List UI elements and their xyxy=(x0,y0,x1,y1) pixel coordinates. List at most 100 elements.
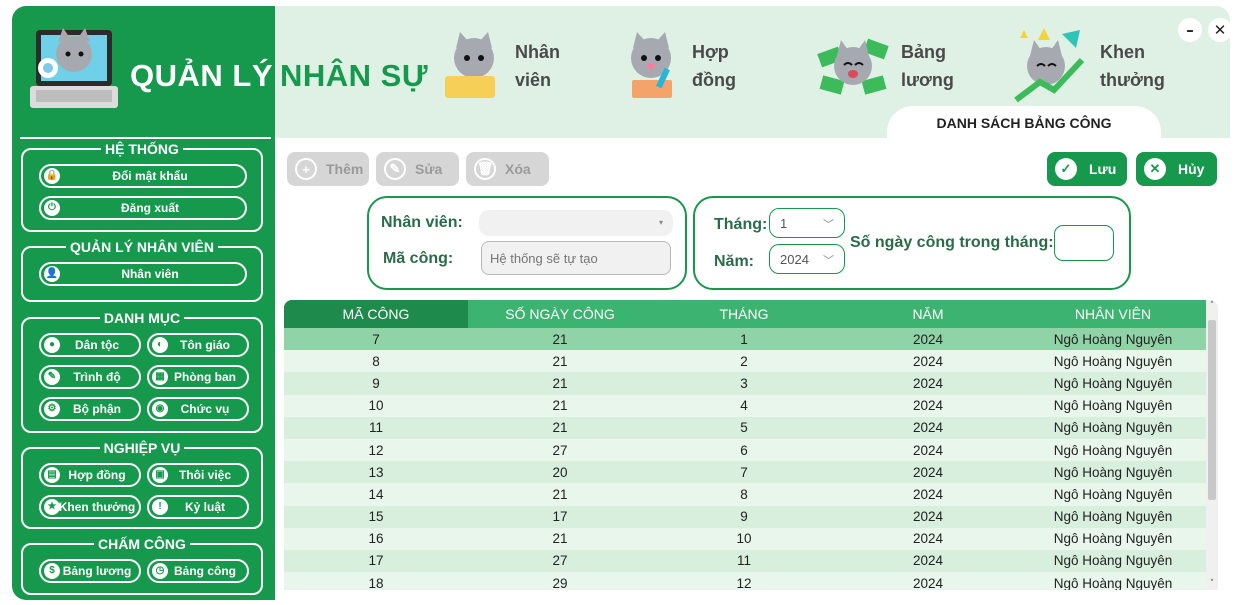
group-title: CHẤM CÔNG xyxy=(94,536,190,552)
table-cell: 12 xyxy=(736,575,752,590)
sidebar-item-dan-toc[interactable]: ● Dân tộc xyxy=(39,333,141,357)
table-cell: 21 xyxy=(552,331,568,347)
warning-icon: ! xyxy=(152,499,168,515)
table-cell: 21 xyxy=(552,375,568,391)
vertical-scrollbar[interactable]: ˄ ˅ xyxy=(1206,300,1218,590)
nav-bang-luong[interactable]: Bảng lương xyxy=(815,24,971,108)
building-icon: ▦ xyxy=(152,369,168,385)
header: NHÂN SỰ Nhân viên Hợp đồng Bảng lương Kh… xyxy=(275,6,1230,144)
column-header[interactable]: SỐ NGÀY CÔNG xyxy=(468,300,652,328)
table-cell: Ngô Hoàng Nguyên xyxy=(1053,375,1173,391)
logout-button[interactable]: ⏻ Đăng xuất xyxy=(39,196,247,220)
cat-pen-icon xyxy=(631,32,672,98)
sidebar-item-bang-cong[interactable]: ◷ Bảng công xyxy=(147,559,249,583)
sidebar-item-trinh-do[interactable]: ✎ Trình độ xyxy=(39,365,141,389)
save-button[interactable]: ✓ Lưu xyxy=(1047,152,1127,186)
employee-combobox[interactable]: ▾ xyxy=(479,210,673,236)
column-header[interactable]: MÃ CÔNG xyxy=(284,300,468,328)
year-label: Năm: xyxy=(714,253,755,270)
employee-label: Nhân viên: xyxy=(381,214,463,231)
table-row[interactable]: 15 17 9 2024 Ngô Hoàng Nguyên xyxy=(284,505,1206,528)
table-row[interactable]: 7 21 1 2024 Ngô Hoàng Nguyên xyxy=(284,328,1206,351)
scrollbar-thumb[interactable] xyxy=(1208,320,1216,500)
scroll-up-icon[interactable]: ˄ xyxy=(1206,301,1218,311)
working-days-input[interactable] xyxy=(1054,225,1114,261)
code-input[interactable] xyxy=(481,241,671,275)
app-window: QUẢN LÝ HỆ THỐNG 🔒 Đổi mật khẩu ⏻ Đăng x… xyxy=(12,6,1230,600)
column-header[interactable]: THÁNG xyxy=(652,300,836,328)
table-row[interactable]: 18 29 12 2024 Ngô Hoàng Nguyên xyxy=(284,572,1206,590)
cat-computer-logo-icon xyxy=(30,28,118,108)
table-cell: Ngô Hoàng Nguyên xyxy=(1053,398,1173,414)
sidebar-item-phong-ban[interactable]: ▦ Phòng ban xyxy=(147,365,249,389)
people-icon: ● xyxy=(44,337,60,353)
sidebar-item-thoi-viec[interactable]: ▣ Thôi việc xyxy=(147,463,249,487)
column-header[interactable]: NHÂN VIÊN xyxy=(1020,300,1206,328)
table-row[interactable]: 8 21 2 2024 Ngô Hoàng Nguyên xyxy=(284,350,1206,373)
table-cell: 2024 xyxy=(912,486,944,502)
sidebar-item-ky-luat[interactable]: ! Kỷ luật xyxy=(147,495,249,519)
table-row[interactable]: 14 21 8 2024 Ngô Hoàng Nguyên xyxy=(284,483,1206,506)
sidebar-item-khen-thuong[interactable]: ★ Khen thưởng xyxy=(39,495,141,519)
award-icon: ★ xyxy=(44,499,60,515)
minimize-button[interactable]: – xyxy=(1178,18,1202,42)
sidebar-item-ton-giao[interactable]: ◐ Tôn giáo xyxy=(147,333,249,357)
sidebar-item-chuc-vu[interactable]: ◉ Chức vụ xyxy=(147,397,249,421)
period-form-panel: Tháng: 1 ﹀ Năm: 2024 ﹀ Số ngày công tron… xyxy=(693,196,1131,290)
salary-icon: $ xyxy=(44,563,60,579)
group-quan-ly-nhan-vien: QUẢN LÝ NHÂN VIÊN 👤 Nhân viên xyxy=(21,239,263,302)
sidebar-item-bang-luong[interactable]: $ Bảng lương xyxy=(39,559,141,583)
table-cell: 2 xyxy=(740,353,748,369)
group-danh-muc: DANH MỤC ● Dân tộc ◐ Tôn giáo ✎ Trình độ… xyxy=(21,310,263,433)
month-select[interactable]: 1 ﹀ xyxy=(769,208,845,238)
close-button[interactable]: ✕ xyxy=(1208,18,1230,42)
nav-hop-dong[interactable]: Hợp đồng xyxy=(620,24,762,108)
timesheet-table: MÃ CÔNG SỐ NGÀY CÔNG THÁNG NĂM NHÂN VIÊN… xyxy=(284,300,1218,590)
table-row[interactable]: 9 21 3 2024 Ngô Hoàng Nguyên xyxy=(284,372,1206,395)
table-cell: 21 xyxy=(552,420,568,436)
chevron-down-icon: ▾ xyxy=(658,218,663,227)
group-title: NGHIỆP VỤ xyxy=(99,440,185,456)
sidebar-item-nhan-vien[interactable]: 👤 Nhân viên xyxy=(39,262,247,286)
table-cell: 6 xyxy=(740,442,748,458)
table-cell: Ngô Hoàng Nguyên xyxy=(1053,353,1173,369)
column-header[interactable]: NĂM xyxy=(836,300,1020,328)
scroll-down-icon[interactable]: ˅ xyxy=(1206,579,1218,589)
table-cell: 21 xyxy=(552,398,568,414)
cat-money-icon xyxy=(817,38,889,95)
table-cell: 21 xyxy=(552,531,568,547)
table-cell: Ngô Hoàng Nguyên xyxy=(1053,486,1173,502)
group-title: DANH MỤC xyxy=(99,310,185,326)
code-label: Mã công: xyxy=(383,250,454,267)
table-row[interactable]: 10 21 4 2024 Ngô Hoàng Nguyên xyxy=(284,394,1206,417)
table-row[interactable]: 11 21 5 2024 Ngô Hoàng Nguyên xyxy=(284,416,1206,439)
sidebar-item-bo-phan[interactable]: ⚙ Bộ phận xyxy=(39,397,141,421)
pencil-icon: ✎ xyxy=(44,369,60,385)
brand-title-dark: NHÂN SỰ xyxy=(280,58,429,93)
delete-button[interactable]: 🗑 Xóa xyxy=(466,152,549,186)
nav-nhan-vien[interactable]: Nhân viên xyxy=(443,24,585,108)
table-cell: 9 xyxy=(372,375,380,391)
nav-khen-thuong[interactable]: Khen thưởng xyxy=(1010,24,1170,108)
close-icon: ✕ xyxy=(1213,21,1227,39)
table-cell: 18 xyxy=(368,575,384,590)
table-cell: 2024 xyxy=(912,553,944,569)
year-select[interactable]: 2024 ﹀ xyxy=(769,244,845,274)
table-cell: 2024 xyxy=(912,331,944,347)
pencil-icon: ✎ xyxy=(384,158,406,180)
table-cell: Ngô Hoàng Nguyên xyxy=(1053,531,1173,547)
table-cell: 2024 xyxy=(912,464,944,480)
table-row[interactable]: 17 27 11 2024 Ngô Hoàng Nguyên xyxy=(284,549,1206,573)
cancel-button[interactable]: ✕ Hủy xyxy=(1136,152,1217,186)
add-button[interactable]: + Thêm xyxy=(287,152,369,186)
edit-button[interactable]: ✎ Sửa xyxy=(376,152,459,186)
table-row[interactable]: 12 27 6 2024 Ngô Hoàng Nguyên xyxy=(284,438,1206,462)
check-icon: ✓ xyxy=(1055,158,1077,180)
table-cell: Ngô Hoàng Nguyên xyxy=(1053,331,1173,347)
table-cell: 2024 xyxy=(912,442,944,458)
change-password-button[interactable]: 🔒 Đổi mật khẩu xyxy=(39,164,247,188)
table-cell: 17 xyxy=(368,553,384,569)
table-row[interactable]: 16 21 10 2024 Ngô Hoàng Nguyên xyxy=(284,527,1206,550)
sidebar-item-hop-dong[interactable]: ▤ Hợp đồng xyxy=(39,463,141,487)
table-row[interactable]: 13 20 7 2024 Ngô Hoàng Nguyên xyxy=(284,461,1206,484)
